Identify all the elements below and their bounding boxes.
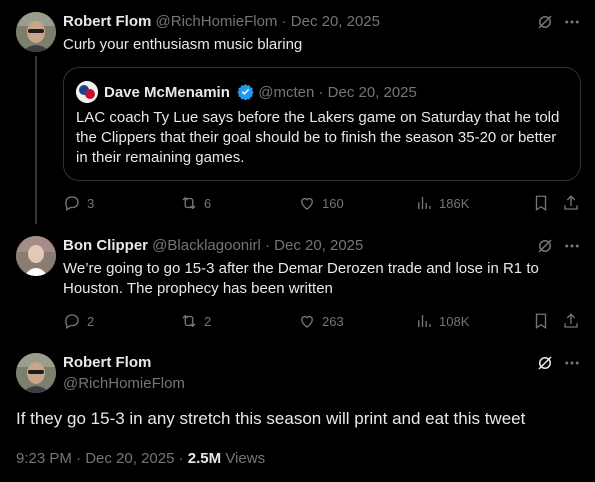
repost-count: 2 [204, 313, 212, 329]
avatar-robert-flom[interactable] [16, 353, 56, 393]
quoted-tweet[interactable]: Dave McMenamin @mcten · Dec 20, 2025 LAC… [63, 67, 581, 181]
more-icon[interactable] [563, 13, 581, 35]
grok-icon[interactable] [536, 237, 554, 259]
separator: · [178, 450, 184, 467]
separator: · [318, 84, 324, 101]
thread-line [35, 56, 37, 224]
analytics-icon [418, 197, 431, 209]
grok-icon[interactable] [536, 354, 554, 376]
reply-icon [65, 196, 79, 211]
like-button[interactable]: 263 [298, 312, 344, 330]
heart-icon [301, 315, 313, 328]
views-button[interactable]: 108K [415, 312, 469, 330]
tweet-text: Curb your enthusiasm music blaring [63, 36, 303, 53]
reply-icon [65, 314, 79, 329]
tweet-header: Robert Flom @RichHomieFlom · Dec 20, 202… [63, 13, 380, 30]
more-icon[interactable] [563, 237, 581, 259]
like-button[interactable]: 160 [298, 194, 344, 212]
author-handle[interactable]: @Blacklagoonirl [152, 237, 261, 254]
quote-text: LAC coach Ty Lue says before the Lakers … [76, 109, 560, 166]
quote-header: Dave McMenamin @mcten · Dec 20, 2025 [104, 83, 417, 104]
bookmark-icon[interactable] [532, 312, 550, 334]
views-button[interactable]: 186K [415, 194, 469, 212]
analytics-icon [418, 315, 431, 327]
tweet-date[interactable]: Dec 20, 2025 [85, 450, 174, 467]
grok-icon[interactable] [536, 13, 554, 35]
quote-author-name[interactable]: Dave McMenamin [104, 84, 230, 101]
author-handle[interactable]: @RichHomieFlom [156, 13, 278, 30]
views-count: 108K [439, 313, 470, 329]
share-icon[interactable] [562, 194, 580, 216]
author-handle[interactable]: @RichHomieFlom [63, 375, 185, 392]
separator: · [281, 13, 287, 30]
repost-icon [182, 314, 196, 328]
tweet-date[interactable]: Dec 20, 2025 [274, 237, 363, 254]
avatar-bon-clipper[interactable] [16, 236, 56, 276]
share-icon[interactable] [562, 312, 580, 334]
like-count: 160 [322, 195, 344, 211]
more-icon[interactable] [563, 354, 581, 376]
author-name[interactable]: Robert Flom [63, 354, 151, 371]
tweet-time[interactable]: 9:23 PM [16, 450, 72, 467]
reply-button[interactable]: 3 [63, 194, 94, 212]
heart-icon [301, 197, 313, 210]
bookmark-icon[interactable] [532, 194, 550, 216]
author-name[interactable]: Robert Flom [63, 13, 151, 30]
tweet-text: We’re going to go 15-3 after the Demar D… [63, 260, 539, 297]
separator: · [264, 237, 270, 254]
tweet-header: Bon Clipper @Blacklagoonirl · Dec 20, 20… [63, 237, 363, 254]
repost-button[interactable]: 2 [180, 312, 211, 330]
tweet-meta: 9:23 PM · Dec 20, 2025 · 2.5M Views [16, 450, 265, 467]
views-label: Views [225, 450, 266, 467]
tweet-date[interactable]: Dec 20, 2025 [291, 13, 380, 30]
avatar-dave-mcmenamin[interactable] [76, 81, 98, 103]
views-count: 186K [439, 195, 470, 211]
reply-button[interactable]: 2 [63, 312, 94, 330]
repost-icon [182, 196, 196, 210]
like-count: 263 [322, 313, 344, 329]
avatar-robert-flom[interactable] [16, 12, 56, 52]
repost-button[interactable]: 6 [180, 194, 211, 212]
main-tweet-text: If they go 15-3 in any stretch this seas… [16, 409, 526, 428]
reply-count: 2 [87, 313, 95, 329]
views-count: 2.5M [187, 450, 222, 467]
separator: · [76, 450, 82, 467]
quote-author-handle[interactable]: @mcten [258, 84, 314, 101]
author-name[interactable]: Bon Clipper [63, 237, 148, 254]
repost-count: 6 [204, 195, 212, 211]
quote-date[interactable]: Dec 20, 2025 [328, 84, 417, 101]
verified-badge-icon [237, 83, 254, 104]
reply-count: 3 [87, 195, 95, 211]
